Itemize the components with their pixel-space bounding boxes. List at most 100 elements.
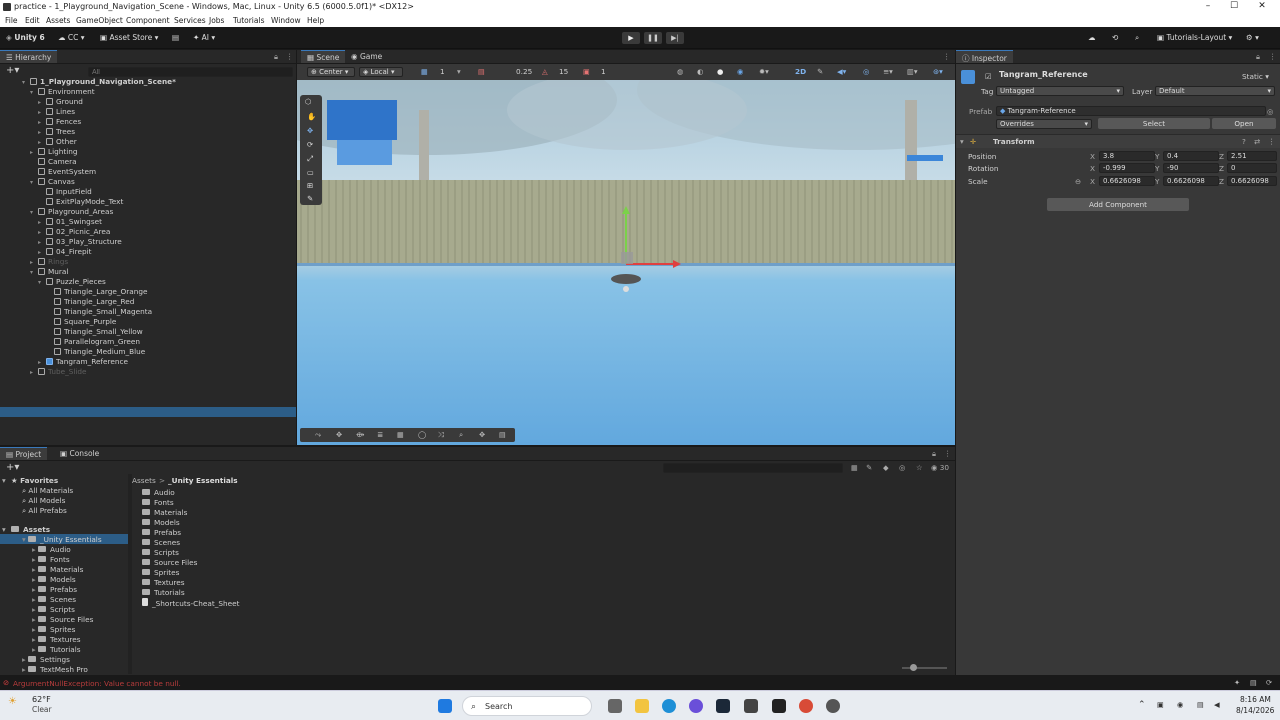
expand-arrow-icon[interactable]: ▾ [960, 137, 964, 146]
assets-root[interactable]: Assets [11, 525, 50, 534]
tab-inspector[interactable]: ⓘ Inspector [956, 50, 1013, 63]
component-more-icon[interactable]: ⋮ [1268, 137, 1275, 146]
project-tree-item[interactable]: ▸ Scripts [32, 605, 75, 614]
asset-item[interactable]: Textures [142, 578, 185, 587]
expand-arrow-icon[interactable]: ▾ [38, 278, 46, 288]
status-error-message[interactable]: ArgumentNullException: Value cannot be n… [13, 679, 181, 688]
chrome-icon[interactable] [799, 699, 813, 713]
project-tree-item[interactable]: ▸ Source Files [32, 615, 93, 624]
hierarchy-item[interactable]: EventSystem [30, 167, 96, 177]
assets-arrow-icon[interactable]: ▾ [2, 525, 6, 534]
expand-arrow-icon[interactable]: ▾ [30, 178, 38, 188]
hierarchy-item[interactable]: Triangle_Medium_Blue [46, 347, 145, 357]
tab-project[interactable]: ▤ Project [0, 447, 48, 460]
file-explorer-icon[interactable] [635, 699, 649, 713]
play-button[interactable]: ▶ [622, 32, 640, 44]
overlay-tool-2-icon[interactable]: ✥ [336, 430, 342, 439]
open-button[interactable]: Open [1212, 118, 1276, 129]
lighting-toggle-icon[interactable]: ✎ [817, 67, 823, 76]
start-windows-icon[interactable] [438, 699, 452, 713]
ai-dropdown[interactable]: ✦ AI ▾ [193, 33, 215, 42]
filter-type-icon[interactable]: ▦ [851, 463, 858, 472]
hierarchy-item[interactable]: ▸ 02_Picnic_Area [38, 227, 110, 237]
favorite-all-prefabs[interactable]: ⌕ All Prefabs [22, 506, 67, 516]
scale-tool-icon[interactable]: ⤢ [307, 154, 313, 164]
select-button[interactable]: Select [1098, 118, 1210, 129]
hierarchy-item[interactable]: ▸ 04_Firepit [38, 247, 91, 257]
favorites-arrow-icon[interactable]: ▾ [2, 476, 6, 485]
mode-2d-toggle[interactable]: 2D [795, 67, 806, 76]
asset-item[interactable]: Source Files [142, 558, 197, 567]
history-icon[interactable]: ⟲ [1112, 33, 1118, 42]
menu-file[interactable]: File [5, 16, 18, 25]
hierarchy-item[interactable]: ▸ Rings [30, 257, 68, 267]
asset-item[interactable]: Scripts [142, 548, 179, 557]
filter-circle-icon[interactable]: ◎ [899, 463, 905, 472]
scene-more-icon[interactable]: ⋮ [943, 52, 950, 61]
rotate-tool-icon[interactable]: ⟳ [307, 140, 313, 149]
weather-temp[interactable]: 62°F [32, 695, 51, 704]
overlay-zoom-icon[interactable]: ⌕ [459, 430, 463, 440]
app-icon[interactable] [826, 699, 840, 713]
audio-toggle-icon[interactable]: ◀▾ [837, 67, 846, 76]
task-view-icon[interactable] [608, 699, 622, 713]
lit-icon[interactable]: ● [717, 67, 723, 76]
position-z-field[interactable]: 2.51 [1227, 151, 1277, 161]
hierarchy-item[interactable]: ▸ Lighting [30, 147, 78, 157]
unity-editor-icon[interactable] [772, 699, 786, 713]
overlay-tool-6-icon[interactable]: ◯ [418, 430, 426, 439]
overlay-tool-10-icon[interactable]: ▤ [499, 430, 506, 439]
view-tool-icon[interactable]: ⬡ [305, 97, 311, 106]
collapse-arrow-icon[interactable]: ▸ [30, 368, 38, 378]
hierarchy-item[interactable]: ▸ Trees [38, 127, 75, 137]
hierarchy-item[interactable]: ▾ Mural [30, 267, 68, 277]
hand-tool-icon[interactable]: ✋ [307, 112, 316, 121]
menu-jobs[interactable]: Jobs [209, 16, 224, 25]
hierarchy-item[interactable]: ExitPlayMode_Text [38, 197, 123, 207]
tab-console[interactable]: ▣ Console [54, 447, 105, 460]
menu-component[interactable]: Component [126, 16, 170, 25]
hierarchy-item[interactable]: InputField [38, 187, 92, 197]
cloud-icon[interactable]: ☁ [1088, 33, 1096, 42]
hierarchy-item[interactable]: ▸ Tangram_Reference [38, 357, 128, 367]
menu-services[interactable]: Services [174, 16, 206, 25]
asset-item[interactable]: Prefabs [142, 528, 181, 537]
asset-item[interactable]: Scenes [142, 538, 180, 547]
grid-size[interactable]: 1 [440, 67, 445, 76]
scale-y-field[interactable]: 0.6626098 [1163, 176, 1219, 186]
expand-arrow-icon[interactable]: ▾ [30, 268, 38, 278]
scale-x-field[interactable]: 0.6626098 [1099, 176, 1155, 186]
clock-date[interactable]: 8/14/2026 [1236, 706, 1274, 715]
layer-dropdown[interactable]: Default ▾ [1155, 86, 1275, 96]
hierarchy-item[interactable]: Square_Purple [46, 317, 116, 327]
hierarchy-item[interactable]: ▸ 01_Swingset [38, 217, 102, 227]
network-icon[interactable]: ▤ [1197, 700, 1204, 709]
render-mode-icon[interactable]: ◍ [677, 67, 683, 76]
inspector-lock-icon[interactable]: 🔒︎ [1256, 52, 1260, 62]
favorites-title[interactable]: ★ Favorites [11, 476, 58, 485]
pause-button[interactable]: ❚❚ [644, 32, 662, 44]
inspector-more-icon[interactable]: ⋮ [1269, 52, 1276, 61]
minimize-button[interactable]: – [1196, 1, 1220, 11]
asset-item[interactable]: Fonts [142, 498, 174, 507]
icon-size-slider[interactable] [902, 667, 947, 669]
project-tree-item[interactable]: ▸ Models [32, 575, 76, 584]
hierarchy-search-input[interactable] [88, 67, 293, 77]
tab-hierarchy[interactable]: ☰ Hierarchy [0, 50, 58, 63]
favorite-star-icon[interactable]: ☆ [916, 463, 923, 472]
hierarchy-item[interactable]: ▾ 1_Playground_Navigation_Scene* [22, 77, 176, 87]
add-component-button[interactable]: Add Component [1047, 198, 1189, 211]
scale-z-field[interactable]: 0.6626098 [1227, 176, 1277, 186]
rotation-z-field[interactable]: 0 [1227, 163, 1277, 173]
scale-snap-value[interactable]: 1 [601, 67, 606, 76]
menu-help[interactable]: Help [307, 16, 324, 25]
asset-item[interactable]: Sprites [142, 568, 179, 577]
custom-tool-icon[interactable]: ✎ [307, 194, 313, 203]
asset-item[interactable]: Audio [142, 488, 175, 497]
transform-header[interactable]: ▾ ✛ Transform ? ⇄ ⋮ [956, 134, 1280, 148]
rotate-snap-icon[interactable]: ◬ [542, 67, 548, 76]
mic-icon[interactable]: ◉ [1177, 700, 1183, 709]
help-icon[interactable]: ? [1242, 137, 1246, 146]
icon-size-slider-thumb[interactable] [910, 664, 917, 671]
settings-icon[interactable]: ⚙ ▾ [1246, 33, 1259, 42]
